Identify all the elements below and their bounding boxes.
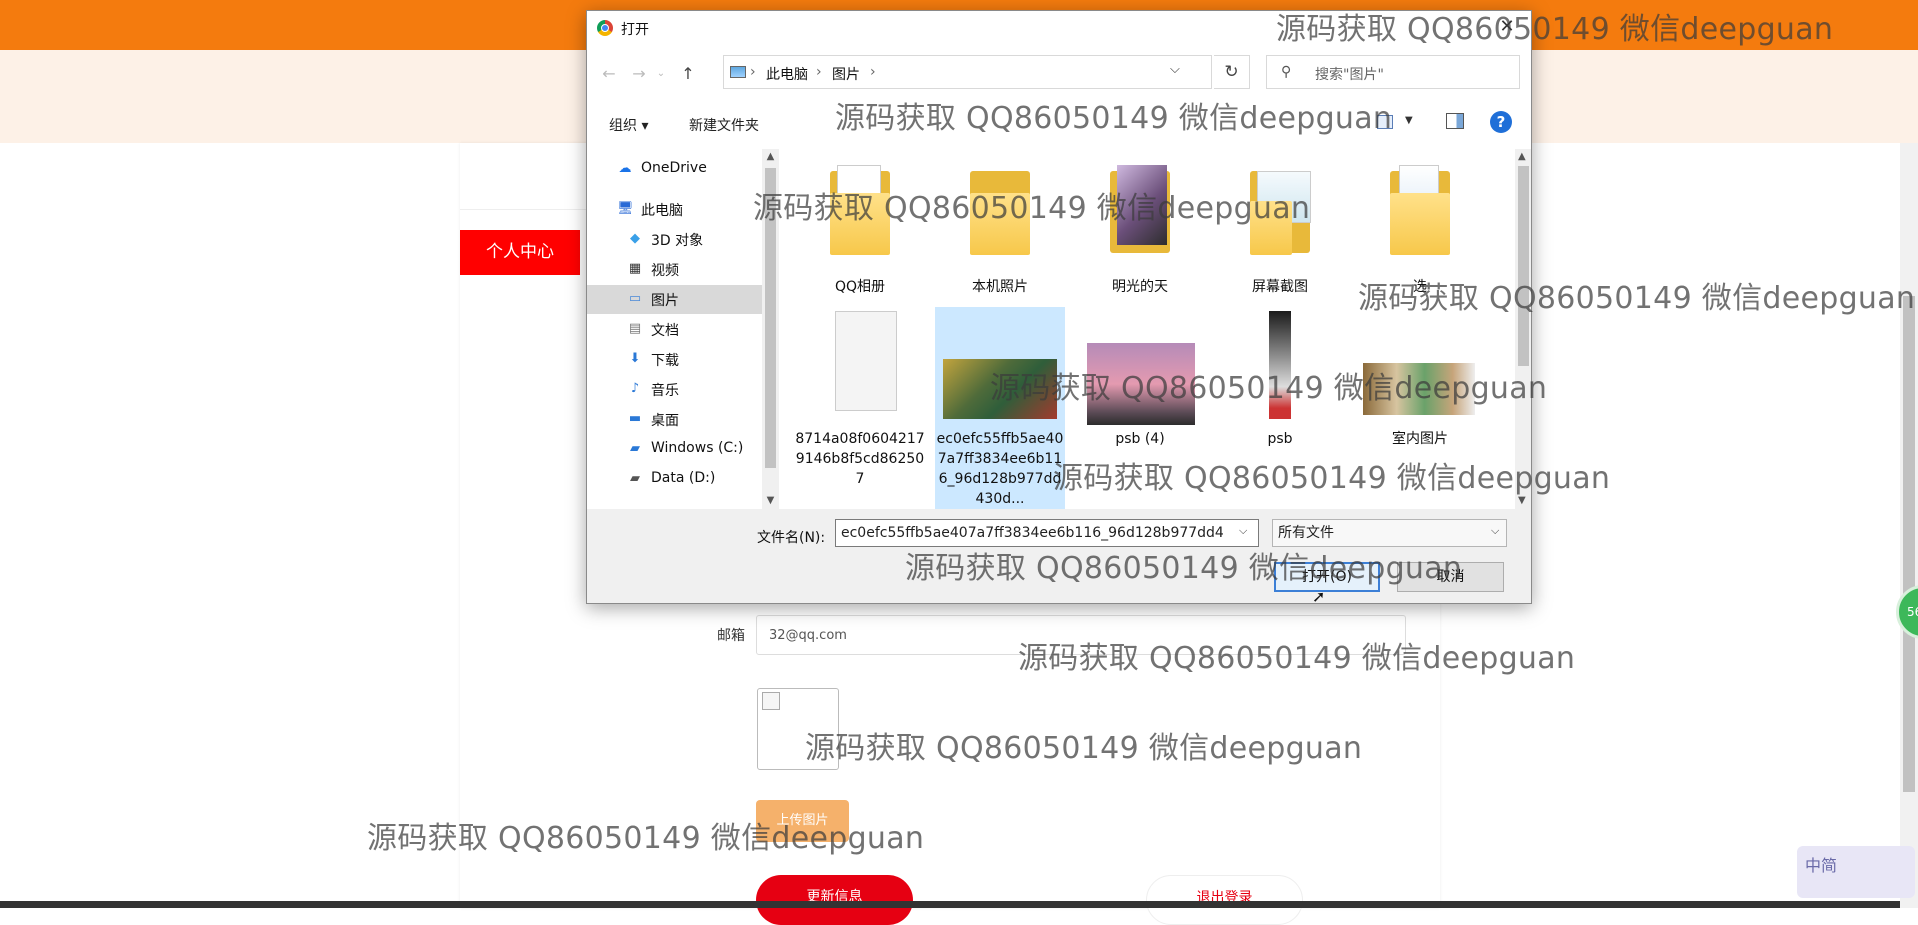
chrome-icon [597,20,613,36]
watermark: 源码获取 QQ86050149 微信deepguan [990,371,1548,406]
mouse-cursor-icon: ➚ [1312,587,1326,606]
drive-icon: ▰ [630,441,640,456]
update-info-button[interactable]: 更新信息 [756,875,913,925]
nav-item-pictures[interactable]: ▭ 图片 [587,285,762,314]
nav-item-documents[interactable]: ▤ 文档 [587,315,762,344]
preview-pane-icon[interactable] [1446,113,1464,129]
filename-label: 文件名(N): [757,530,826,546]
navigation-pane: ☁ OneDrive 🖥 此电脑 ◆ 3D 对象 ▦ 视频 ▭ 图片 ▤ 文档 … [587,149,762,509]
computer-icon: 🖥 [617,201,634,216]
logout-button[interactable]: 退出登录 [1146,875,1303,925]
music-icon: ♪ [630,381,640,396]
drive-icon: ▰ [630,471,640,486]
watermark: 源码获取 QQ86050149 微信deepguan [905,551,1463,586]
nav-item-videos[interactable]: ▦ 视频 [587,255,762,284]
nav-item-downloads[interactable]: ⬇ 下载 [587,345,762,374]
file-item-label: 室内图片 [1392,431,1448,447]
file-item-label: 明光的天 [1112,279,1168,295]
watermark: 源码获取 QQ86050149 微信deepguan [753,191,1311,226]
breadcrumb-separator: › [816,64,822,80]
nav-item-label: 3D 对象 [651,233,704,249]
breadcrumb-separator: › [870,64,876,80]
search-icon: ⚲ [1281,64,1292,80]
chevron-down-icon[interactable]: ▼ [1405,115,1413,126]
chevron-down-icon[interactable]: ⌵ [1170,62,1180,77]
nav-item-label: Data (D:) [651,470,716,486]
nav-item-drive-d[interactable]: ▰ Data (D:) [587,465,762,494]
scroll-up-icon[interactable]: ▲ [765,151,776,162]
chevron-down-icon[interactable]: ⌵ [1239,524,1247,538]
file-item-label: 屏幕截图 [1252,279,1308,295]
nav-item-label: 视频 [651,263,679,279]
menu-personal-center[interactable]: 个人中心 [460,230,580,275]
watermark: 源码获取 QQ86050149 微信deepguan [1276,12,1834,47]
new-folder-button[interactable]: 新建文件夹 [689,115,759,135]
nav-item-3d-objects[interactable]: ◆ 3D 对象 [587,225,762,254]
watermark: 源码获取 QQ86050149 微信deepguan [805,731,1363,766]
broken-image-icon [762,692,780,710]
organize-menu[interactable]: 组织 ▾ [609,115,648,135]
back-arrow-icon[interactable]: ← [598,63,620,85]
watermark: 源码获取 QQ86050149 微信deepguan [1018,641,1576,676]
refresh-icon[interactable]: ↻ [1214,55,1250,89]
taskbar-strip [0,901,1918,908]
up-arrow-icon[interactable]: ↑ [677,63,699,85]
breadcrumb-this-pc[interactable]: 此电脑 [766,64,808,84]
file-list-scrollbar-thumb[interactable] [1518,166,1529,366]
file-item-label: 8714a08f06042179146b8f5cd862507 [795,431,925,487]
email-label: 邮箱 [717,628,745,644]
file-item-label: 本机照片 [972,279,1028,295]
nav-item-label: Windows (C:) [651,440,744,456]
file-item-label: psb (4) [1115,431,1165,447]
nav-item-label: 此电脑 [641,203,683,219]
file-item-8714a08f[interactable]: 8714a08f06042179146b8f5cd862507 [795,307,925,507]
pictures-location-icon [730,66,746,78]
ime-widget[interactable]: 中简 [1797,846,1915,898]
breadcrumb-pictures[interactable]: 图片 [832,64,860,84]
navigation-row: ← → ⌄ ↑ › 此电脑 › 图片 › ⌵ ↻ ⚲ 搜索"图片" [587,53,1531,93]
nav-item-label: OneDrive [641,160,707,176]
document-icon: ▤ [628,321,642,336]
help-icon[interactable]: ? [1490,111,1512,133]
nav-item-drive-c[interactable]: ▰ Windows (C:) [587,435,762,464]
search-input[interactable]: ⚲ 搜索"图片" [1266,55,1520,89]
file-item-label: QQ相册 [834,279,886,295]
breadcrumb-separator: › [750,64,756,80]
forward-arrow-icon[interactable]: → [628,63,650,85]
dialog-title: 打开 [621,22,649,38]
watermark: 源码获取 QQ86050149 微信deepguan [835,101,1393,136]
nav-item-label: 下载 [651,353,679,369]
download-icon: ⬇ [629,351,641,366]
scroll-down-icon[interactable]: ▼ [765,495,776,506]
desktop-icon: ▬ [628,411,642,426]
watermark: 源码获取 QQ86050149 微信deepguan [1053,461,1611,496]
scroll-up-icon[interactable]: ▲ [1518,151,1526,162]
address-bar[interactable]: › 此电脑 › 图片 › ⌵ [723,55,1212,89]
video-icon: ▦ [628,261,642,276]
nav-item-onedrive[interactable]: ☁ OneDrive [587,155,762,184]
chevron-down-icon[interactable]: ⌵ [1491,524,1499,538]
search-placeholder: 搜索"图片" [1315,67,1384,83]
cloud-icon: ☁ [618,161,632,176]
page-scrollbar-thumb[interactable] [1903,296,1915,792]
watermark: 源码获取 QQ86050149 微信deepguan [1358,281,1916,316]
nav-item-desktop[interactable]: ▬ 桌面 [587,405,762,434]
nav-item-label: 桌面 [651,413,679,429]
pictures-icon: ▭ [628,291,642,306]
nav-item-label: 文档 [651,323,679,339]
watermark: 源码获取 QQ86050149 微信deepguan [367,821,925,856]
nav-item-label: 音乐 [651,383,679,399]
file-item-ec0efc55[interactable]: ec0efc55ffb5ae407a7ff3834ee6b116_96d128b… [935,307,1065,511]
nav-item-this-pc[interactable]: 🖥 此电脑 [587,195,762,224]
nav-item-music[interactable]: ♪ 音乐 [587,375,762,404]
cube-icon: ◆ [630,231,640,246]
nav-item-label: 图片 [651,293,679,309]
file-item-label: ec0efc55ffb5ae407a7ff3834ee6b116_96d128b… [936,431,1064,507]
recent-dropdown-icon[interactable]: ⌄ [650,63,672,85]
file-item-label: psb [1267,431,1293,447]
